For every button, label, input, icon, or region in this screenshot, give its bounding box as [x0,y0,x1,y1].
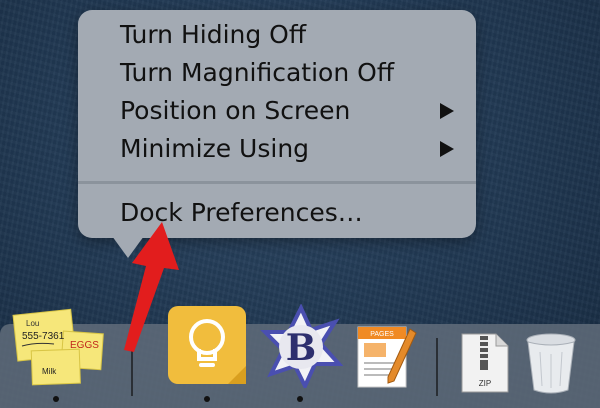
trash-icon[interactable] [522,330,580,394]
dock-divider [131,338,133,396]
running-indicator [204,396,210,402]
menu-item-label: Minimize Using [120,134,310,163]
pages-badge: PAGES [370,331,394,338]
bbedit-icon[interactable]: B [259,304,343,388]
menu-item-turn-hiding-off[interactable]: Turn Hiding Off [120,16,454,54]
dock-context-menu: Turn Hiding Off Turn Magnification Off P… [78,10,476,238]
running-indicator [297,396,303,402]
submenu-arrow-icon [440,141,454,157]
stickies-icon[interactable]: Lou 555-7361 EGGS Milk [6,302,106,388]
menu-item-dock-preferences[interactable]: Dock Preferences… [120,194,454,232]
menu-pointer-tail [112,236,144,258]
pages-icon[interactable]: PAGES [354,323,418,391]
running-indicator [53,396,59,402]
submenu-arrow-icon [440,103,454,119]
sticky-note-text: 555-7361 [22,331,65,342]
menu-separator [78,181,476,184]
menu-item-label: Position on Screen [120,96,351,125]
sticky-note-text: Milk [42,367,57,376]
menu-item-label: Turn Magnification Off [120,58,395,87]
sticky-note-text: EGGS [70,340,99,351]
bbedit-glyph: B [286,327,316,369]
menu-item-position-on-screen[interactable]: Position on Screen [120,92,454,130]
menu-item-label: Dock Preferences… [120,198,363,227]
menu-item-minimize-using[interactable]: Minimize Using [120,130,454,168]
dock-divider [436,338,438,396]
zip-archive-icon[interactable]: ZIP [458,332,512,394]
zip-badge: ZIP [479,379,491,388]
menu-item-turn-magnification-off[interactable]: Turn Magnification Off [120,54,454,92]
sticky-note-text: Lou [26,319,39,328]
menu-item-label: Turn Hiding Off [120,20,307,49]
lightbulb-icon[interactable] [166,304,248,386]
